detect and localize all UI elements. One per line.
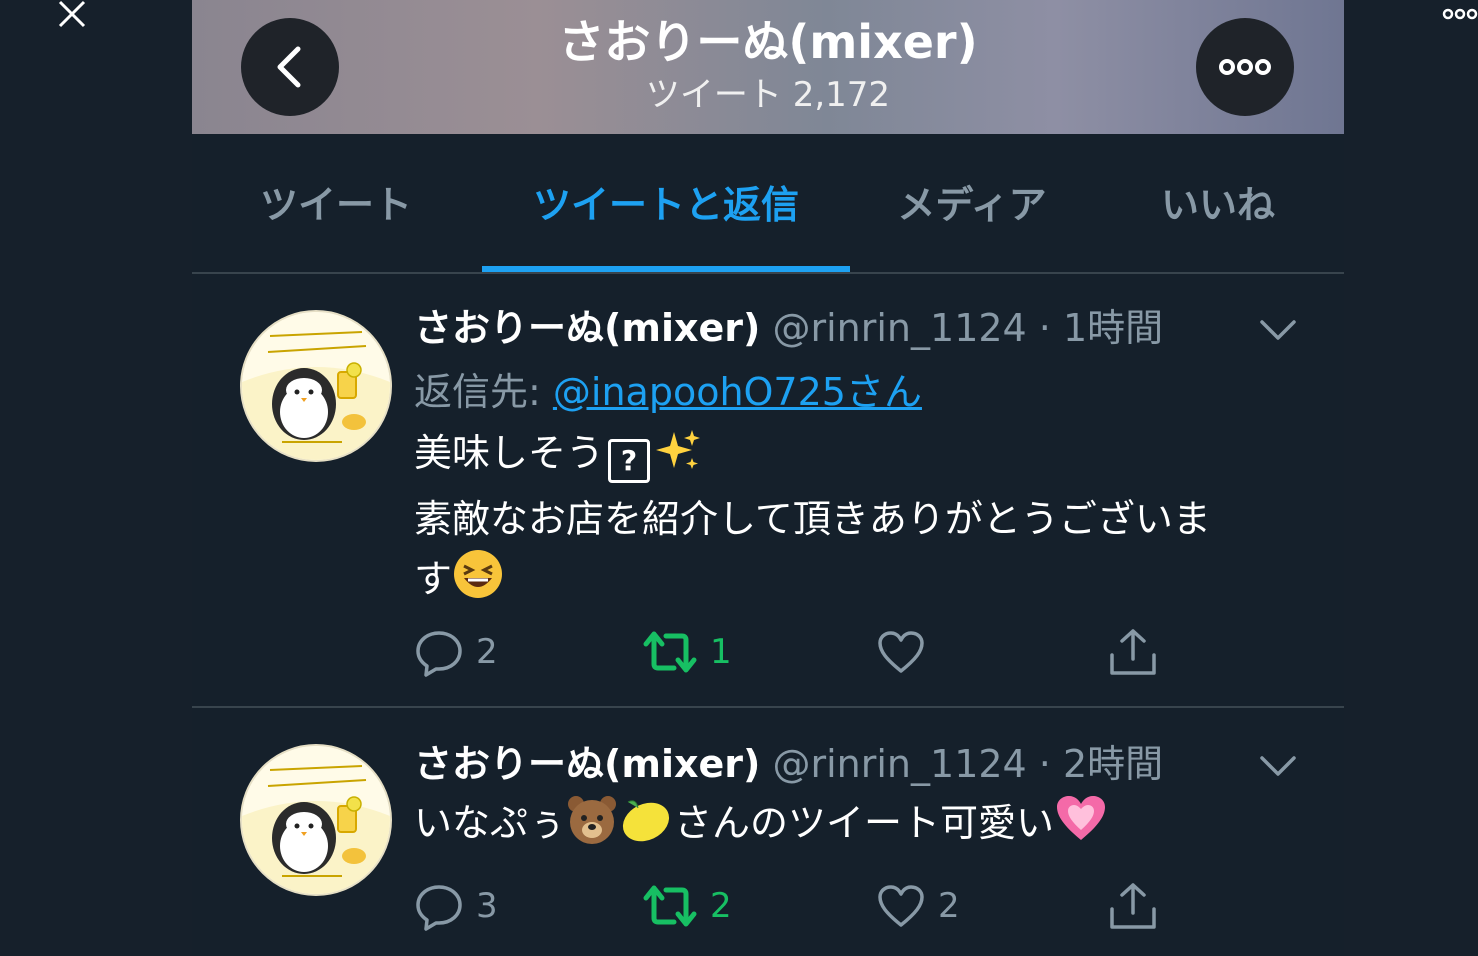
growing-heart-icon bbox=[1054, 794, 1108, 860]
tweet[interactable]: さおりーぬ(mixer) @rinrin_1124 · 1時間 返信先: @in… bbox=[192, 274, 1344, 708]
close-icon[interactable] bbox=[52, 0, 92, 30]
lemon-icon bbox=[618, 794, 674, 860]
reply-icon bbox=[416, 631, 462, 677]
tweet-line: 素敵なお店を紹介して頂きありがとうございま bbox=[414, 497, 1211, 541]
tweet-handle-time: @rinrin_1124 · 2時間 bbox=[772, 742, 1164, 786]
tab-tweets[interactable]: ツイート bbox=[228, 134, 444, 272]
heart-icon bbox=[878, 885, 924, 927]
reply-count: 3 bbox=[476, 886, 498, 926]
tweet-count: ツイート 2,172 bbox=[645, 75, 891, 115]
reply-icon bbox=[416, 885, 462, 931]
avatar[interactable] bbox=[240, 744, 392, 896]
tweet-line: す bbox=[414, 548, 1294, 616]
tweet-header: さおりーぬ(mixer) @rinrin_1124 · 2時間 bbox=[414, 738, 1163, 790]
retweet-button[interactable]: 2 bbox=[642, 876, 732, 936]
tab-tweets-and-replies[interactable]: ツイートと返信 bbox=[482, 134, 850, 272]
share-icon bbox=[1110, 883, 1156, 929]
tweet-actions: 3 2 2 bbox=[414, 876, 1314, 936]
like-count: 2 bbox=[938, 886, 960, 926]
more-button[interactable] bbox=[1196, 18, 1294, 116]
bear-face-icon bbox=[566, 794, 618, 860]
like-button[interactable] bbox=[876, 622, 938, 682]
like-button[interactable]: 2 bbox=[876, 876, 960, 936]
share-button[interactable] bbox=[1108, 876, 1158, 936]
retweet-button[interactable]: 1 bbox=[642, 622, 732, 682]
reply-context: 返信先: @inapoohO725さん bbox=[414, 366, 922, 418]
tweet-actions: 2 1 bbox=[414, 622, 1314, 682]
share-button[interactable] bbox=[1108, 622, 1158, 682]
tweet-line: いなぷぅ さんのツイート可愛い bbox=[414, 794, 1294, 860]
tweet[interactable]: さおりーぬ(mixer) @rinrin_1124 · 2時間 いなぷぅ さんのツ… bbox=[192, 708, 1344, 956]
retweet-icon bbox=[643, 631, 697, 673]
retweet-count: 1 bbox=[710, 632, 732, 672]
laughing-face-icon bbox=[452, 548, 504, 616]
more-dots-icon bbox=[1219, 59, 1271, 75]
chevron-down-icon[interactable] bbox=[1258, 754, 1298, 778]
profile-screen: さおりーぬ(mixer) ツイート 2,172 ツイート ツイートと返信 メディ… bbox=[192, 0, 1344, 956]
tweet-author-name[interactable]: さおりーぬ(mixer) bbox=[414, 306, 760, 350]
active-tab-indicator bbox=[482, 266, 850, 272]
retweet-icon bbox=[643, 885, 697, 927]
profile-header: さおりーぬ(mixer) ツイート 2,172 bbox=[192, 0, 1344, 134]
tweet-text: 美味しそう? 素敵なお店を紹介して頂きありがとうございま す bbox=[414, 424, 1294, 616]
avatar[interactable] bbox=[240, 310, 392, 462]
reply-count: 2 bbox=[476, 632, 498, 672]
retweet-count: 2 bbox=[710, 886, 732, 926]
chevron-down-icon[interactable] bbox=[1258, 318, 1298, 342]
heart-icon bbox=[878, 631, 924, 673]
tab-media[interactable]: メディア bbox=[884, 134, 1060, 272]
share-icon bbox=[1110, 629, 1156, 675]
more-dots-icon[interactable] bbox=[1442, 4, 1478, 24]
tweet-handle-time: @rinrin_1124 · 1時間 bbox=[772, 306, 1164, 350]
reply-handle-link[interactable]: @inapoohO725さん bbox=[553, 370, 922, 414]
profile-tabs: ツイート ツイートと返信 メディア いいね bbox=[192, 134, 1344, 274]
reply-button[interactable]: 2 bbox=[414, 622, 498, 682]
tweet-header: さおりーぬ(mixer) @rinrin_1124 · 1時間 bbox=[414, 302, 1163, 354]
reply-button[interactable]: 3 bbox=[414, 876, 498, 936]
profile-name: さおりーぬ(mixer) bbox=[558, 15, 978, 69]
tab-likes[interactable]: いいね bbox=[1148, 134, 1288, 272]
tweet-line: 美味しそう? bbox=[414, 424, 1294, 490]
sparkles-icon bbox=[654, 428, 702, 490]
reply-label: 返信先: bbox=[414, 370, 553, 414]
tweet-text: いなぷぅ さんのツイート可愛い bbox=[414, 794, 1294, 860]
unknown-glyph-icon: ? bbox=[608, 439, 651, 483]
tweet-author-name[interactable]: さおりーぬ(mixer) bbox=[414, 742, 760, 786]
